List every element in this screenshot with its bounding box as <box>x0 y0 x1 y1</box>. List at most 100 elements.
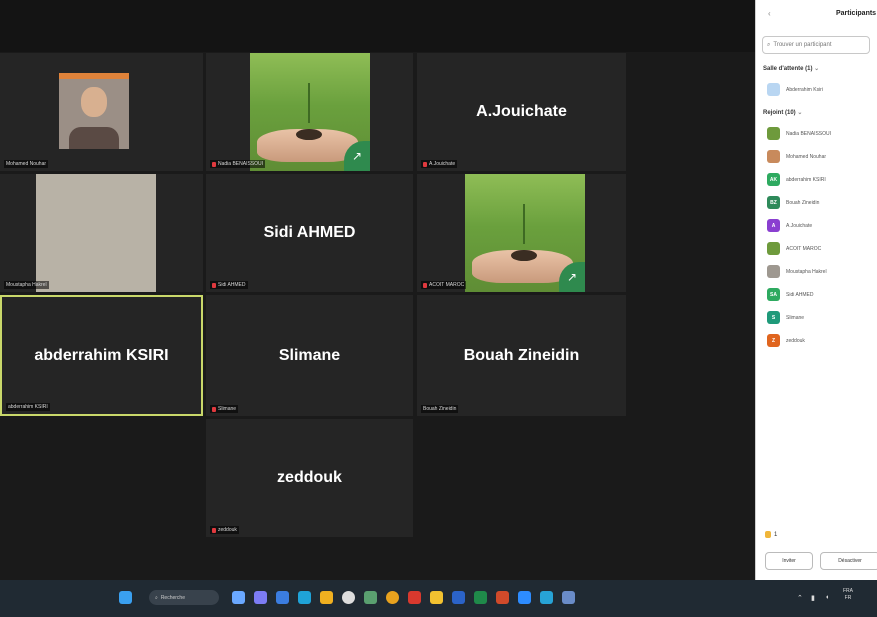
participant-name: ACOIT MAROC <box>786 245 822 252</box>
participant-search-input[interactable]: ⌕ Trouver un participant <box>762 36 870 54</box>
participant-avatar <box>767 242 780 255</box>
participant-name: zeddouk <box>786 337 805 344</box>
raised-hand-icon <box>765 531 771 538</box>
network-icon[interactable]: ▮ <box>811 594 815 602</box>
participant-item[interactable]: Abderrahim Ksiri <box>756 78 877 101</box>
tile-label: abderrahim KSIRI <box>6 403 50 411</box>
mic-off-icon <box>212 527 216 533</box>
participant-item[interactable]: Zzeddouk <box>756 329 877 352</box>
word-icon[interactable] <box>452 591 465 604</box>
app-icon[interactable] <box>276 591 289 604</box>
unmute-all-button[interactable]: Désactiver <box>820 552 877 570</box>
tile-label: Moustapha Hakrel <box>4 281 49 289</box>
participant-photo: ↗ <box>465 174 585 292</box>
participant-avatar: AK <box>767 173 780 186</box>
settings-icon[interactable] <box>364 591 377 604</box>
invite-button[interactable]: Inviter <box>765 552 813 570</box>
participant-item[interactable]: SA Sidi AHMED <box>756 283 877 306</box>
chevron-down-icon: ⌄ <box>797 110 803 116</box>
participant-photo: ↗ <box>250 53 370 171</box>
search-icon: ⌕ <box>155 594 158 601</box>
video-tile-sidi[interactable]: Sidi AHMED Sidi AHMED <box>206 174 413 292</box>
chevron-up-icon[interactable]: ⌃ <box>797 594 803 602</box>
tile-label: Slimane <box>210 405 239 413</box>
participant-name: Slimane <box>278 346 341 364</box>
mic-off-icon <box>423 161 427 167</box>
participant-avatar <box>767 83 780 96</box>
files-icon[interactable] <box>430 591 443 604</box>
participant-avatar: SA <box>767 288 780 301</box>
joined-list: Nadia BENAISSOUI Mohamed Nouhar AK abderrah… <box>756 122 877 352</box>
video-tile-abderrahim[interactable]: abderrahim KSIRI abderrahim KSIRI <box>0 295 203 416</box>
participant-item[interactable]: AK abderrahim KSIRI <box>756 168 877 191</box>
participant-name: Moustapha Hakrel <box>786 268 827 275</box>
video-tile-zeddouk[interactable]: zeddouk zeddouk <box>206 419 413 537</box>
taskbar-clock[interactable]: FRA FR <box>843 588 853 602</box>
participant-avatar: Z <box>767 334 780 347</box>
chevron-down-icon: ⌄ <box>814 66 820 72</box>
panel-title: Participants <box>836 10 877 17</box>
tile-label: zeddouk <box>210 526 239 534</box>
participant-item[interactable]: Nadia BENAISSOUI <box>756 122 877 145</box>
participant-photo <box>36 174 156 292</box>
volume-icon[interactable]: ◖ <box>825 594 829 601</box>
participant-name: abderrahim KSIRI <box>786 176 826 183</box>
participant-item[interactable]: Moustapha Hakrel <box>756 260 877 283</box>
taskbar-search[interactable]: ⌕ Recherche <box>149 590 219 605</box>
participant-avatar: BZ <box>767 196 780 209</box>
participant-name: Slimane <box>786 314 805 321</box>
participant-name: Sidi AHMED <box>263 224 356 241</box>
participant-avatar <box>767 150 780 163</box>
video-tile-nadia[interactable]: ↗ Nadia BENAISSOUI <box>206 53 413 171</box>
chrome-icon[interactable] <box>386 591 399 604</box>
participant-avatar: S <box>767 311 780 324</box>
panel-footer: 1 Inviter Désactiver <box>756 520 877 580</box>
mic-off-icon <box>212 161 216 167</box>
mic-off-icon <box>423 282 427 288</box>
video-tile-moustapha[interactable]: Moustapha Hakrel <box>0 174 203 292</box>
video-tile-bouah[interactable]: Bouah Zineidin Bouah Zineidin <box>417 295 626 416</box>
participant-item[interactable]: ACOIT MAROC <box>756 237 877 260</box>
mic-off-icon <box>212 282 216 288</box>
app-icon[interactable] <box>540 591 553 604</box>
chat-icon[interactable] <box>254 591 267 604</box>
acrobat-icon[interactable] <box>408 591 421 604</box>
tile-label: A.Jouichate <box>421 160 458 168</box>
participant-name: abderrahim KSIRI <box>34 346 169 364</box>
tile-label: Sidi AHMED <box>210 281 248 289</box>
windows-taskbar: ⌕ Recherche ⌃ ▮ ◖ FRA FR <box>0 580 877 617</box>
participant-item[interactable]: A A.Jouichate <box>756 214 877 237</box>
tile-label: Mohamed Nouhar <box>4 160 49 168</box>
participant-name: Abderrahim Ksiri <box>786 86 823 93</box>
start-icon[interactable] <box>119 591 132 604</box>
participant-name: Bouah Zineidin <box>786 199 820 206</box>
powerpoint-icon[interactable] <box>496 591 509 604</box>
participant-item[interactable]: BZ Bouah Zineidin <box>756 191 877 214</box>
participant-name: Bouah Zineidin <box>463 346 580 364</box>
paint-icon[interactable] <box>562 591 575 604</box>
video-tile-slimane[interactable]: Slimane Slimane <box>206 295 413 416</box>
participant-name: Mohamed Nouhar <box>786 153 827 160</box>
video-tile-jouichate[interactable]: A.Jouichate A.Jouichate <box>417 53 626 171</box>
excel-icon[interactable] <box>474 591 487 604</box>
zoom-icon[interactable] <box>518 591 531 604</box>
joined-header[interactable]: Rejoint (10) ⌄ <box>763 109 877 116</box>
tile-label: ACOIT MAROC <box>421 281 467 289</box>
file-explorer-icon[interactable] <box>232 591 245 604</box>
video-tile-mohamed[interactable]: Mohamed Nouhar <box>0 53 203 171</box>
participant-item[interactable]: Mohamed Nouhar <box>756 145 877 168</box>
back-chevron-icon[interactable]: ‹ <box>768 9 771 18</box>
waiting-room-header[interactable]: Salle d'attente (1) ⌄ <box>763 65 877 72</box>
participant-item[interactable]: S Slimane <box>756 306 877 329</box>
participant-name: zeddouk <box>277 469 342 486</box>
raised-hands: 1 <box>765 531 777 538</box>
participant-name: A.Jouichate <box>786 222 813 229</box>
edge-icon[interactable] <box>298 591 311 604</box>
participant-avatar <box>767 265 780 278</box>
folder-icon[interactable] <box>320 591 333 604</box>
participant-name: Nadia BENAISSOUI <box>786 130 832 137</box>
tile-label: Nadia BENAISSOUI <box>210 160 266 168</box>
participant-photo <box>59 73 129 149</box>
video-tile-acoit[interactable]: ↗ ACOIT MAROC <box>417 174 626 292</box>
obs-icon[interactable] <box>342 591 355 604</box>
